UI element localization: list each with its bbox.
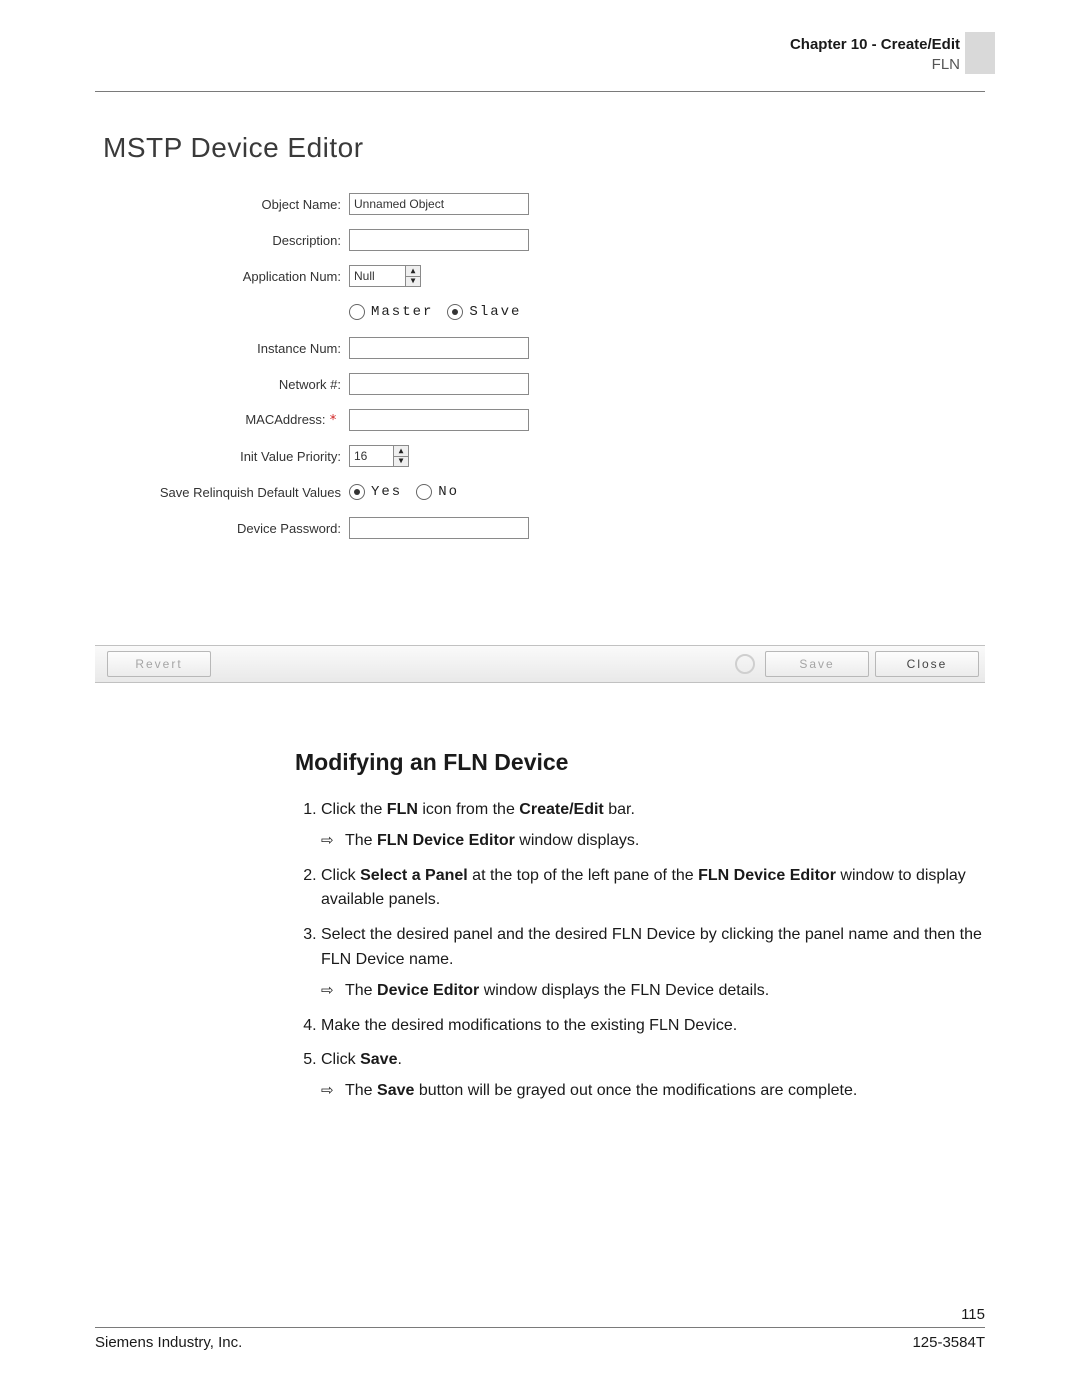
text: .: [397, 1051, 401, 1068]
close-button[interactable]: Close: [875, 651, 979, 677]
step-3-result: The Device Editor window displays the FL…: [321, 979, 985, 1004]
text-bold: Device Editor: [377, 982, 479, 999]
radio-sr-no-dot[interactable]: [416, 484, 432, 500]
network-num-input[interactable]: [349, 373, 529, 395]
text: window displays the FLN Device details.: [479, 982, 769, 999]
label-mac-address: MACAddress: *: [103, 412, 349, 428]
spinner-down-icon[interactable]: ▼: [406, 277, 420, 287]
text: Make the desired modifications to the ex…: [321, 1017, 737, 1034]
step-2: Click Select a Panel at the top of the l…: [321, 864, 985, 914]
row-object-name: Object Name:: [103, 192, 985, 216]
text: The: [345, 832, 377, 849]
radio-slave-dot[interactable]: [447, 304, 463, 320]
button-bar: Revert Save Close: [95, 645, 985, 683]
footer-rule: [95, 1327, 985, 1328]
save-button[interactable]: Save: [765, 651, 869, 677]
text-bold: FLN Device Editor: [377, 832, 515, 849]
label-network-num: Network #:: [103, 377, 349, 392]
page-header: Chapter 10 - Create/Edit FLN: [95, 35, 985, 91]
page-number: 115: [95, 1306, 985, 1323]
spinner-down-icon[interactable]: ▼: [394, 457, 408, 467]
text-bold: FLN Device Editor: [698, 867, 836, 884]
radio-sr-yes[interactable]: Yes: [349, 484, 402, 500]
object-name-input[interactable]: [349, 193, 529, 215]
row-description: Description:: [103, 228, 985, 252]
radio-slave-label: Slave: [469, 304, 521, 320]
radio-sr-yes-label: Yes: [371, 484, 402, 500]
row-save-relinquish: Save Relinquish Default Values Yes No: [103, 480, 985, 504]
description-input[interactable]: [349, 229, 529, 251]
text: The: [345, 1082, 377, 1099]
label-device-password: Device Password:: [103, 521, 349, 536]
radio-master-dot[interactable]: [349, 304, 365, 320]
row-mode: Master Slave: [103, 300, 985, 324]
text: Select the desired panel and the desired…: [321, 926, 982, 968]
required-icon: *: [329, 413, 341, 428]
instructions-title: Modifying an FLN Device: [295, 749, 985, 776]
text-bold: Save: [377, 1082, 414, 1099]
radio-slave[interactable]: Slave: [447, 304, 521, 320]
text: window displays.: [515, 832, 640, 849]
page-footer: 115 Siemens Industry, Inc. 125-3584T: [95, 1306, 985, 1351]
radio-master[interactable]: Master: [349, 304, 433, 320]
status-ring-icon: [735, 654, 755, 674]
row-instance-num: Instance Num:: [103, 336, 985, 360]
text-bold: Save: [360, 1051, 397, 1068]
text-bold: Select a Panel: [360, 867, 468, 884]
text: The: [345, 982, 377, 999]
footer-doc-number: 125-3584T: [912, 1334, 985, 1351]
row-application-num: Application Num: ▲ ▼: [103, 264, 985, 288]
text: Click: [321, 1051, 360, 1068]
header-block: [965, 32, 995, 74]
row-device-password: Device Password:: [103, 516, 985, 540]
text: at the top of the left pane of the: [468, 867, 698, 884]
application-num-spinner[interactable]: ▲ ▼: [349, 265, 421, 287]
init-value-priority-input[interactable]: [349, 445, 393, 467]
footer-company: Siemens Industry, Inc.: [95, 1334, 242, 1351]
step-5: Click Save. The Save button will be gray…: [321, 1048, 985, 1104]
radio-sr-no-label: No: [438, 484, 459, 500]
init-value-priority-spinner[interactable]: ▲ ▼: [349, 445, 409, 467]
chapter-title: Chapter 10 - Create/Edit: [790, 35, 960, 55]
step-5-result: The Save button will be grayed out once …: [321, 1079, 985, 1104]
device-form: Object Name: Description: Application Nu…: [103, 192, 985, 540]
text: bar.: [604, 801, 635, 818]
text: button will be grayed out once the modif…: [414, 1082, 857, 1099]
radio-sr-yes-dot[interactable]: [349, 484, 365, 500]
text: Click: [321, 867, 360, 884]
row-network-num: Network #:: [103, 372, 985, 396]
revert-button[interactable]: Revert: [107, 651, 211, 677]
row-mac-address: MACAddress: *: [103, 408, 985, 432]
radio-sr-no[interactable]: No: [416, 484, 459, 500]
step-1: Click the FLN icon from the Create/Edit …: [321, 798, 985, 854]
label-object-name: Object Name:: [103, 197, 349, 212]
label-init-value-priority: Init Value Priority:: [103, 449, 349, 464]
step-3: Select the desired panel and the desired…: [321, 923, 985, 1003]
label-application-num: Application Num:: [103, 269, 349, 284]
editor-title: MSTP Device Editor: [103, 132, 985, 164]
label-description: Description:: [103, 233, 349, 248]
label-mac-address-text: MACAddress:: [245, 412, 325, 427]
row-init-value-priority: Init Value Priority: ▲ ▼: [103, 444, 985, 468]
instance-num-input[interactable]: [349, 337, 529, 359]
spinner-up-icon[interactable]: ▲: [406, 266, 420, 277]
spinner-up-icon[interactable]: ▲: [394, 446, 408, 457]
radio-master-label: Master: [371, 304, 433, 320]
label-instance-num: Instance Num:: [103, 341, 349, 356]
step-1-result: The FLN Device Editor window displays.: [321, 829, 985, 854]
text-bold: FLN: [387, 801, 418, 818]
chapter-section: FLN: [790, 55, 960, 75]
device-password-input[interactable]: [349, 517, 529, 539]
instruction-steps: Click the FLN icon from the Create/Edit …: [295, 798, 985, 1104]
mac-address-input[interactable]: [349, 409, 529, 431]
application-num-input[interactable]: [349, 265, 405, 287]
text: Click the: [321, 801, 387, 818]
header-rule: [95, 91, 985, 92]
text: icon from the: [418, 801, 519, 818]
step-4: Make the desired modifications to the ex…: [321, 1014, 985, 1039]
text-bold: Create/Edit: [519, 801, 603, 818]
label-save-relinquish: Save Relinquish Default Values: [103, 485, 349, 500]
